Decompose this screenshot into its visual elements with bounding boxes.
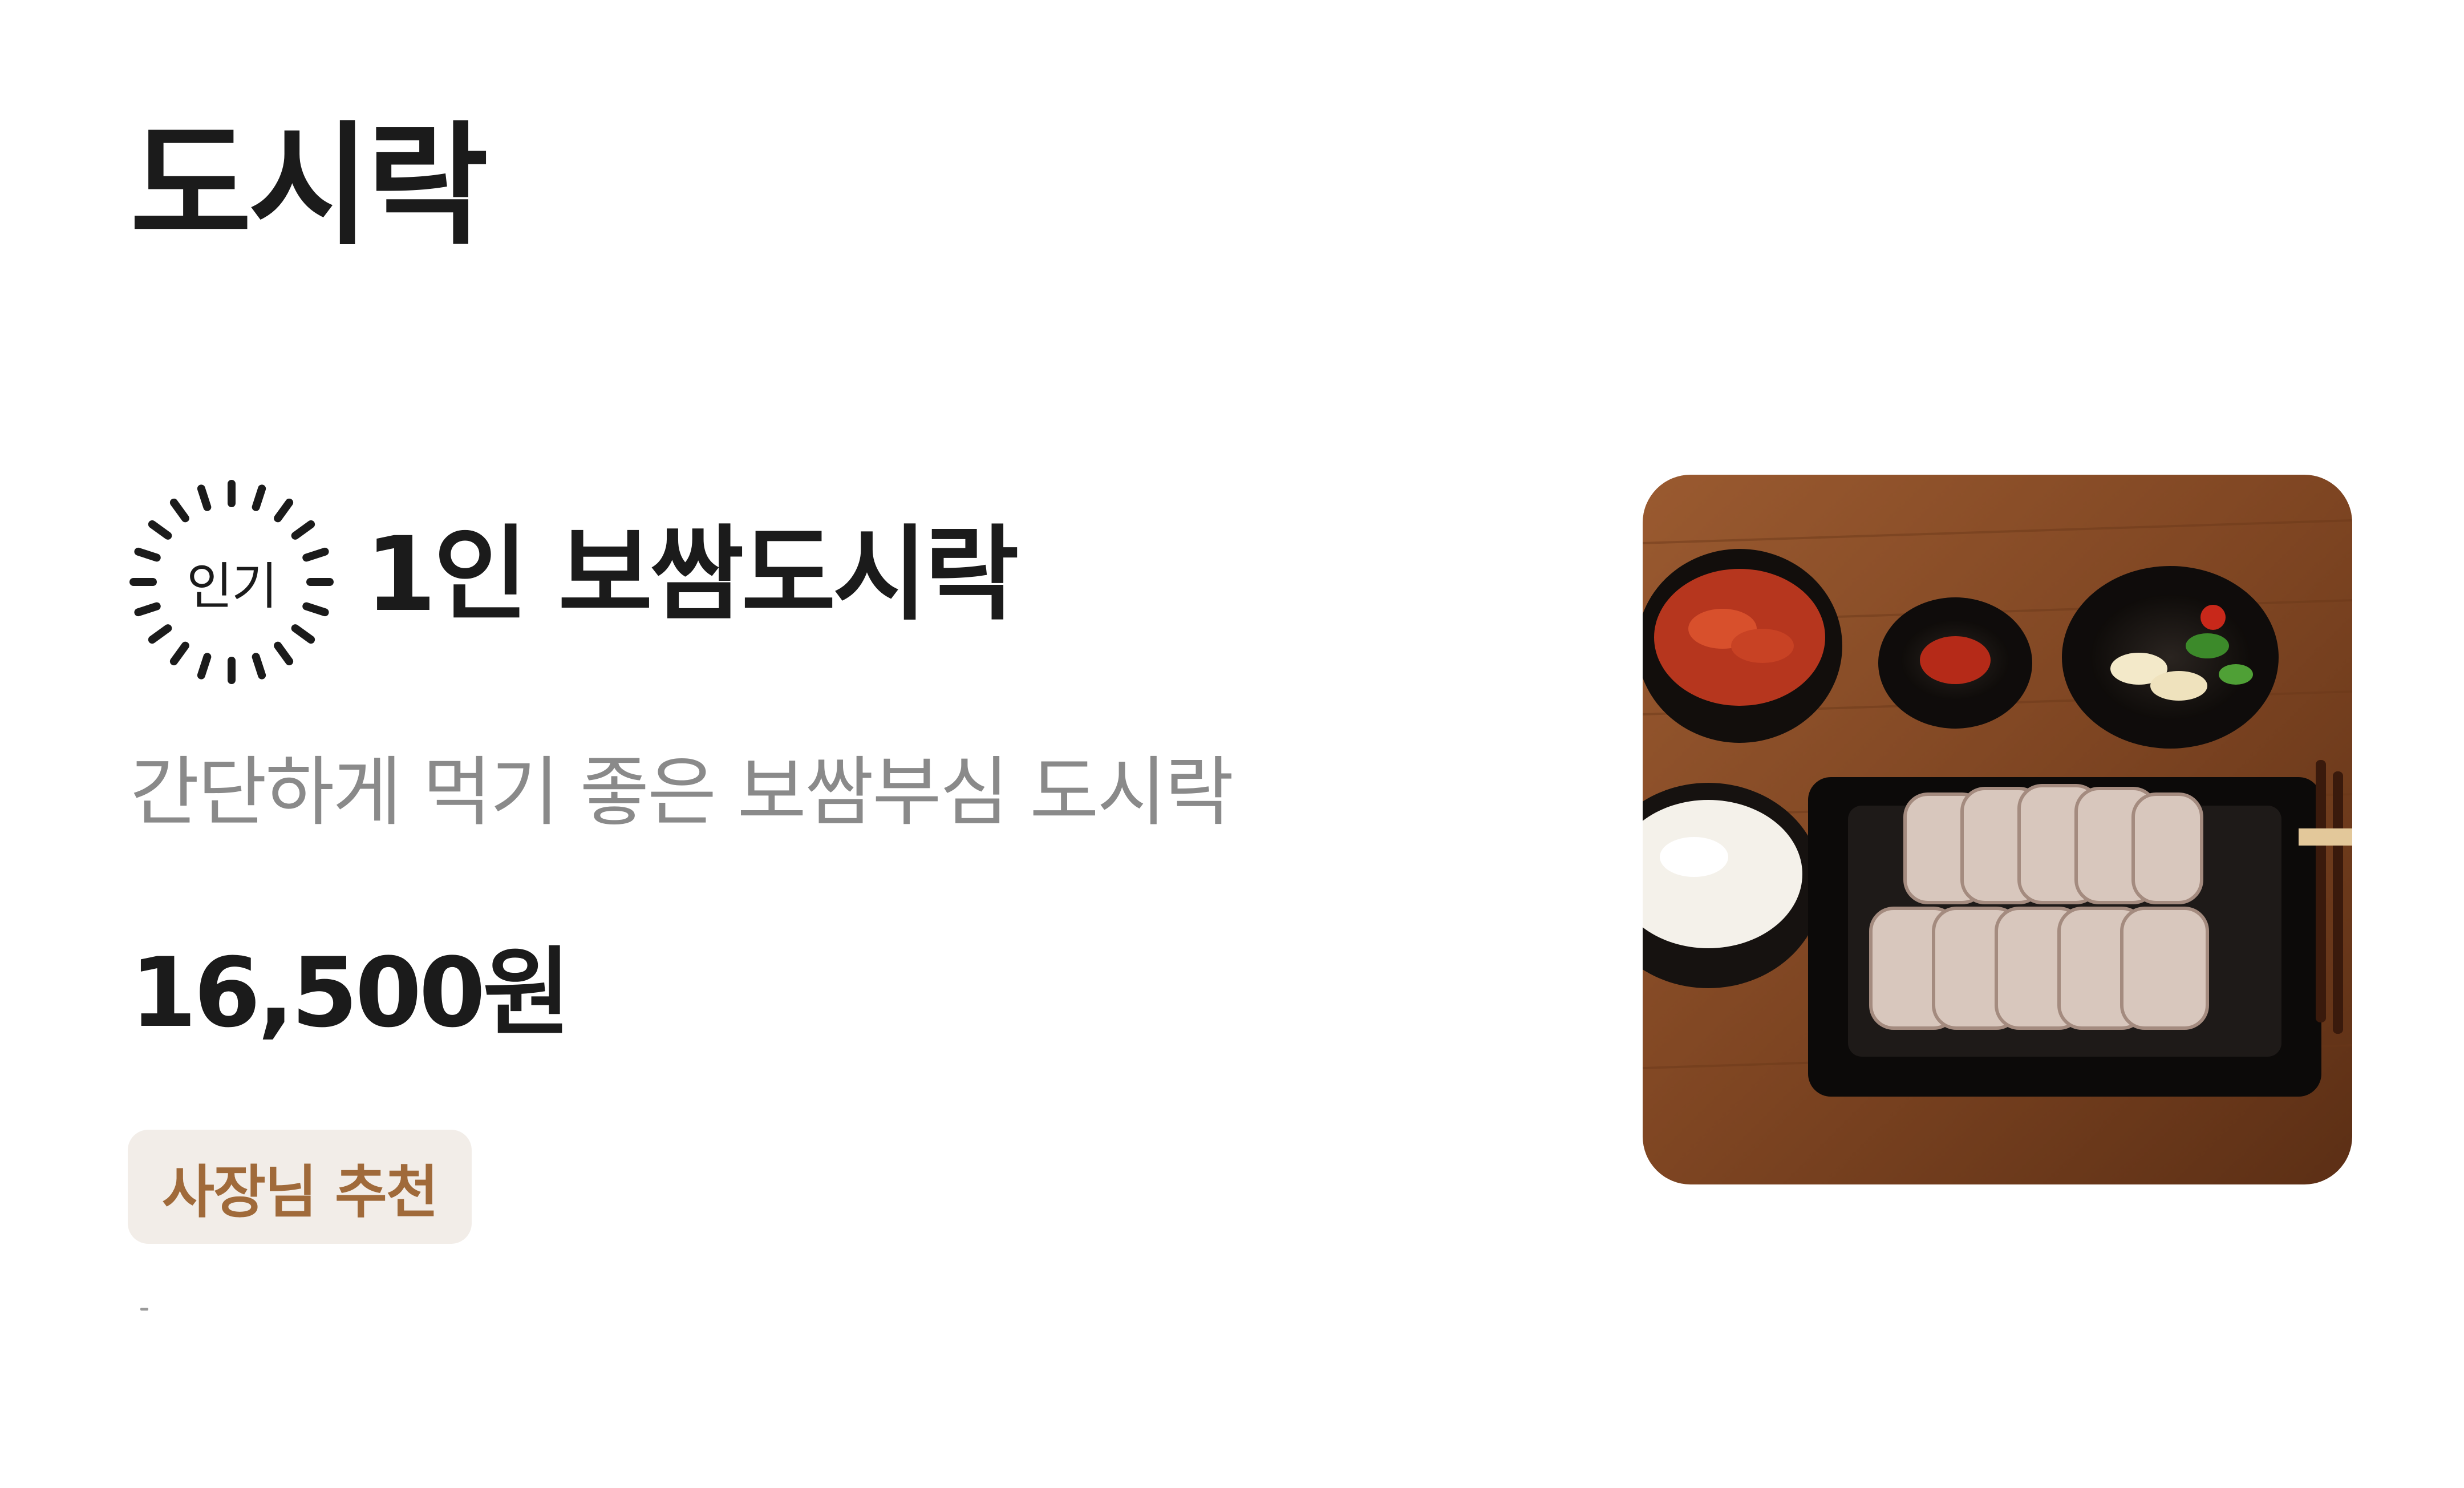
menu-item-photo[interactable] <box>1643 475 2352 1184</box>
menu-item-description: 간단하게 먹기 좋은 보쌈부심 도시락 <box>130 749 1234 836</box>
section-title: 도시락 <box>130 109 488 263</box>
menu-item-price: 16,500원 <box>130 937 571 1049</box>
popular-badge-label: 인기 <box>187 556 278 616</box>
divider-mark <box>140 1308 148 1311</box>
menu-item-name: 1인 보쌈도시락 <box>365 515 1019 634</box>
food-photo-icon <box>1643 475 2352 1184</box>
menu-item-card[interactable]: 인기 1인 보쌈도시락 간단하게 먹기 좋은 보쌈부심 도시락 16,500원 … <box>0 445 2464 1244</box>
popular-badge: 인기 <box>129 479 334 685</box>
owner-recommend-tag: 사장님 추천 <box>128 1130 472 1244</box>
